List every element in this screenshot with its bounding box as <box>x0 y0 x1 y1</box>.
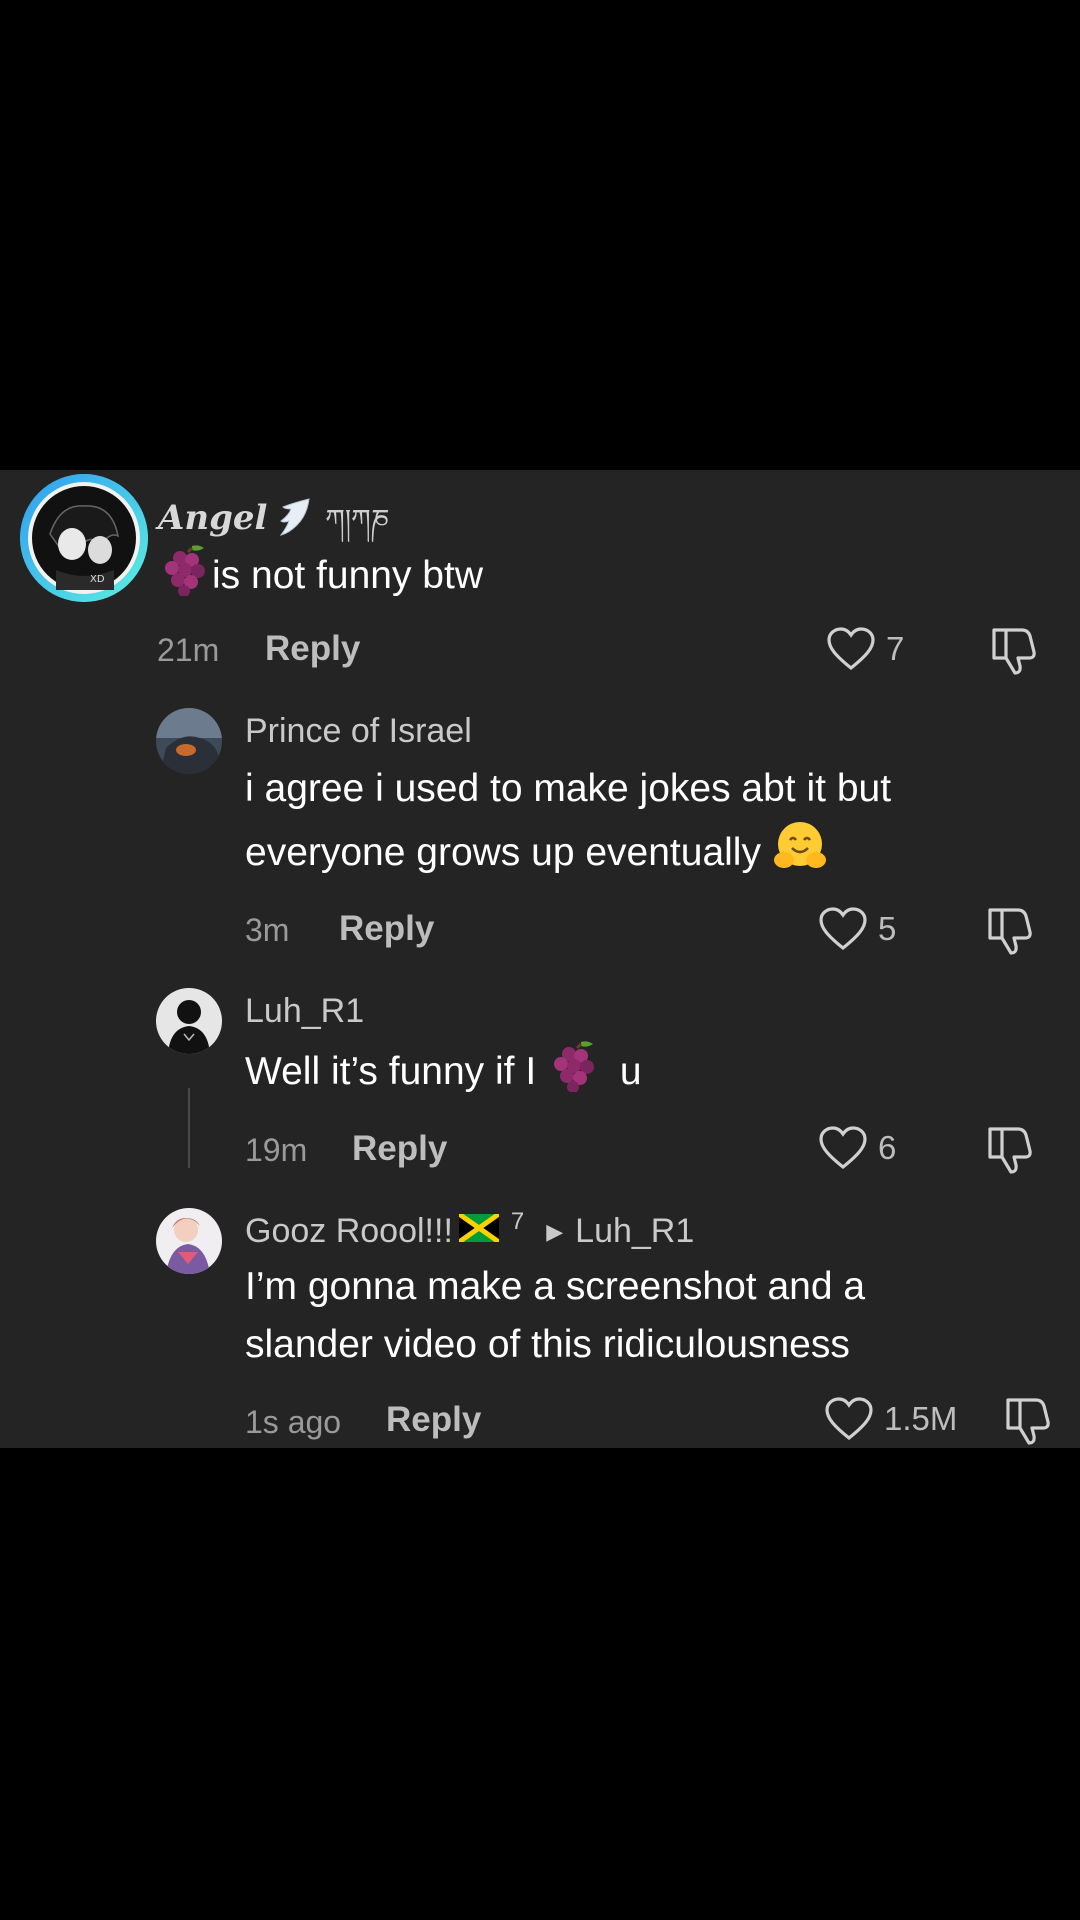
reply-button[interactable]: Reply <box>265 629 360 669</box>
author-name[interactable]: Luh_R1 <box>245 992 364 1031</box>
author-number: 7 <box>510 1207 525 1235</box>
author-name-text: Angel <box>158 498 268 538</box>
avatar[interactable] <box>156 708 222 774</box>
dislike-button[interactable] <box>1002 1396 1052 1451</box>
comment-text: is not funny btw <box>158 542 483 613</box>
dislike-button[interactable] <box>988 626 1038 681</box>
thumbs-down-icon <box>988 1127 1032 1174</box>
comment-text-content: everyone grows up eventually <box>245 830 761 874</box>
comment-text-content: is not funny btw <box>212 553 483 597</box>
comment-text-after: u <box>619 1049 642 1093</box>
reply-button[interactable]: Reply <box>386 1400 481 1440</box>
comment-text-line-1: I’m gonna make a screenshot and a <box>245 1265 866 1308</box>
avatar[interactable] <box>156 1208 222 1274</box>
comment-time: 21m <box>157 632 220 668</box>
comment-time: 1s ago <box>245 1404 342 1440</box>
like-count: 1.5M <box>884 1400 958 1437</box>
comment-text: Well it’s funny if I u <box>245 1038 642 1109</box>
dislike-button[interactable] <box>984 1125 1034 1180</box>
heart-icon <box>819 907 867 951</box>
avatar[interactable] <box>156 988 222 1054</box>
hugging-face-emoji <box>772 818 828 891</box>
like-button[interactable]: 1.5M <box>824 1396 957 1442</box>
like-button[interactable]: 6 <box>818 1125 896 1171</box>
thumbs-down-icon <box>1006 1398 1050 1445</box>
wing-icon <box>279 495 313 546</box>
thread-line <box>188 1088 190 1168</box>
comment-time: 3m <box>245 912 290 948</box>
comment-panel: XD Angel ཀ།ཀཎ is not funny btw 21m Reply… <box>0 470 1080 1448</box>
heart-icon <box>827 627 875 671</box>
like-button[interactable]: 7 <box>826 626 904 672</box>
grapes-emoji <box>158 542 212 613</box>
like-count: 5 <box>878 910 897 947</box>
comment-text-line-2: everyone grows up eventually <box>245 818 828 891</box>
heart-icon <box>825 1397 873 1441</box>
author-name-text: Gooz Roool!!! <box>245 1212 453 1250</box>
author-name[interactable]: Gooz Roool!!! 7 ▶ Luh_R1 <box>245 1208 694 1251</box>
comment-text-line-1: i agree i used to make jokes abt it but <box>245 767 892 810</box>
reply-arrow-icon: ▶ <box>546 1218 564 1244</box>
heart-icon <box>819 1126 867 1170</box>
dislike-button[interactable] <box>984 906 1034 961</box>
avatar[interactable]: XD <box>20 474 148 602</box>
like-count: 7 <box>886 630 905 667</box>
author-name[interactable]: Prince of Israel <box>245 712 472 751</box>
comment-time: 19m <box>245 1132 308 1168</box>
like-count: 6 <box>878 1129 897 1166</box>
comment-text-line-2: slander video of this ridiculousness <box>245 1323 850 1366</box>
like-button[interactable]: 5 <box>818 906 896 952</box>
comment-text-before: Well it’s funny if I <box>245 1049 537 1093</box>
reply-to-name[interactable]: Luh_R1 <box>575 1212 694 1251</box>
grapes-emoji <box>547 1038 601 1109</box>
author-suffix: ཀ།ཀཎ <box>325 503 390 536</box>
reply-button[interactable]: Reply <box>352 1129 447 1169</box>
svg-text:XD: XD <box>90 574 105 585</box>
reply-button[interactable]: Reply <box>339 909 434 949</box>
thumbs-down-icon <box>988 908 1032 955</box>
thumbs-down-icon <box>992 628 1036 675</box>
jamaica-flag-icon <box>457 1211 501 1251</box>
